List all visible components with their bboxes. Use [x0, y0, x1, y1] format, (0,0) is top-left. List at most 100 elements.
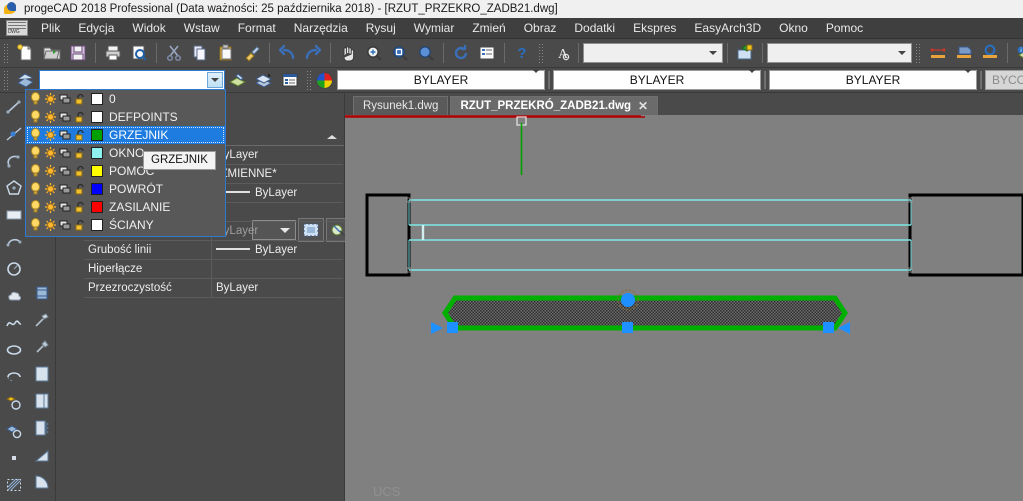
unlocked-padlock-icon[interactable] — [74, 146, 87, 160]
lightbulb-icon[interactable] — [29, 110, 42, 124]
sun-icon[interactable] — [44, 182, 57, 196]
lightbulb-icon[interactable] — [29, 200, 42, 214]
chevron-down-icon[interactable] — [964, 69, 972, 87]
layer-color-swatch[interactable] — [91, 201, 103, 213]
construction-line-icon[interactable] — [1, 121, 27, 147]
make-block-icon[interactable] — [1, 418, 27, 444]
ramp-icon[interactable] — [29, 442, 55, 468]
freeze-viewport-icon[interactable] — [59, 218, 72, 232]
layer-color-swatch[interactable] — [91, 219, 103, 231]
hammer-icon[interactable] — [29, 307, 55, 333]
chevron-down-icon[interactable] — [748, 69, 756, 87]
close-icon[interactable]: ✕ — [638, 100, 648, 112]
properties-icon[interactable] — [475, 41, 499, 65]
layer-color-swatch[interactable] — [91, 165, 103, 177]
property-value[interactable]: ByLayer — [212, 241, 343, 259]
hatch-icon[interactable] — [1, 472, 27, 498]
layer-manager-icon[interactable] — [226, 68, 250, 92]
dimension-style-combo[interactable] — [767, 43, 912, 63]
unlocked-padlock-icon[interactable] — [74, 218, 87, 232]
toolbar-grip[interactable] — [3, 42, 10, 64]
freeze-viewport-icon[interactable] — [59, 92, 72, 106]
print-icon[interactable] — [101, 41, 125, 65]
layer-color-swatch[interactable] — [91, 129, 103, 141]
text-style-icon[interactable]: A — [549, 41, 573, 65]
layer-list-item-2[interactable]: GRZEJNIK — [26, 126, 225, 144]
open-file-icon[interactable] — [40, 41, 64, 65]
menu-item-dodatki[interactable]: Dodatki — [565, 18, 624, 39]
point-icon[interactable] — [1, 445, 27, 471]
cloud-icon[interactable] — [1, 283, 27, 309]
section-icon[interactable] — [29, 280, 55, 306]
redo-icon[interactable] — [301, 41, 325, 65]
menu-item-pomoc[interactable]: Pomoc — [817, 18, 872, 39]
insert-block-icon[interactable] — [733, 41, 757, 65]
sun-icon[interactable] — [44, 164, 57, 178]
paste-icon[interactable] — [214, 41, 238, 65]
menu-item-okno[interactable]: Okno — [770, 18, 817, 39]
zoom-previous-icon[interactable] — [414, 41, 438, 65]
table-row[interactable]: Przezroczystość ByLayer — [84, 279, 343, 298]
layer-properties-icon[interactable] — [278, 68, 302, 92]
curved-ramp-icon[interactable] — [29, 469, 55, 495]
circle-icon[interactable] — [1, 256, 27, 282]
unlocked-padlock-icon[interactable] — [74, 128, 87, 142]
unlocked-padlock-icon[interactable] — [74, 92, 87, 106]
dimension-radius-icon[interactable] — [978, 41, 1002, 65]
layer-list-item-1[interactable]: DEFPOINTS — [26, 108, 225, 126]
layer-list-item-7[interactable]: ŚCIANY — [26, 216, 225, 234]
table-row[interactable]: Hiperłącze — [84, 260, 343, 279]
layer-color-swatch[interactable] — [91, 111, 103, 123]
unlocked-padlock-icon[interactable] — [74, 110, 87, 124]
undo-icon[interactable] — [275, 41, 299, 65]
menu-item-edycja[interactable]: Edycja — [69, 18, 123, 39]
freeze-viewport-icon[interactable] — [59, 110, 72, 124]
unlocked-padlock-icon[interactable] — [74, 164, 87, 178]
text-style-combo[interactable] — [583, 43, 723, 63]
copy-icon[interactable] — [188, 41, 212, 65]
lightbulb-icon[interactable] — [29, 182, 42, 196]
menu-item-wstaw[interactable]: Wstaw — [175, 18, 229, 39]
menu-item-obraz[interactable]: Obraz — [515, 18, 566, 39]
drawing-canvas[interactable]: UCS — [345, 115, 1023, 501]
lineweight-combo[interactable]: BYLAYER — [769, 69, 977, 90]
freeze-viewport-icon[interactable] — [59, 200, 72, 214]
sun-icon[interactable] — [44, 128, 57, 142]
lightbulb-icon[interactable] — [29, 218, 42, 232]
hammer-alt-icon[interactable] — [29, 334, 55, 360]
polyline-icon[interactable] — [1, 148, 27, 174]
wall-break-icon[interactable] — [29, 415, 55, 441]
rectangle-icon[interactable] — [1, 202, 27, 228]
pan-icon[interactable] — [336, 41, 360, 65]
layer-tools-icon[interactable]: i — [1013, 41, 1023, 65]
toolbar-grip[interactable] — [3, 69, 10, 91]
layer-combo[interactable] — [39, 70, 225, 90]
layer-color-swatch[interactable] — [91, 93, 103, 105]
freeze-viewport-icon[interactable] — [59, 146, 72, 160]
property-value[interactable] — [212, 260, 343, 278]
redraw-icon[interactable] — [449, 41, 473, 65]
layer-list-item-5[interactable]: POWRÓT — [26, 180, 225, 198]
drawing-tab-rzut-przekro[interactable]: RZUT_PRZEKRÓ_ZADB21.dwg ✕ — [450, 96, 659, 115]
chevron-down-icon[interactable] — [532, 69, 540, 87]
menu-item-format[interactable]: Format — [229, 18, 285, 39]
color-combo[interactable]: BYLAYER — [337, 69, 545, 90]
menu-item-zmien[interactable]: Zmień — [463, 18, 514, 39]
sun-icon[interactable] — [44, 110, 57, 124]
freeze-viewport-icon[interactable] — [59, 128, 72, 142]
spline-icon[interactable] — [1, 310, 27, 336]
ellipse-arc-icon[interactable] — [1, 364, 27, 390]
lightbulb-icon[interactable] — [29, 128, 42, 142]
zoom-in-icon[interactable] — [362, 41, 386, 65]
unlocked-padlock-icon[interactable] — [74, 182, 87, 196]
lightbulb-icon[interactable] — [29, 92, 42, 106]
property-value[interactable]: *ZMIENNE* — [212, 165, 343, 183]
drawing-tab-rysunek1[interactable]: Rysunek1.dwg — [353, 96, 449, 115]
layer-list-item-6[interactable]: ZASILANIE — [26, 198, 225, 216]
table-row[interactable]: Grubość linii ByLayer — [84, 241, 343, 260]
layer-states-icon[interactable] — [252, 68, 276, 92]
linetype-combo[interactable]: BYLAYER — [553, 69, 761, 90]
menu-item-wymiar[interactable]: Wymiar — [405, 18, 464, 39]
toolbar-grip[interactable] — [306, 69, 313, 91]
toolbar-grip[interactable] — [538, 42, 545, 64]
